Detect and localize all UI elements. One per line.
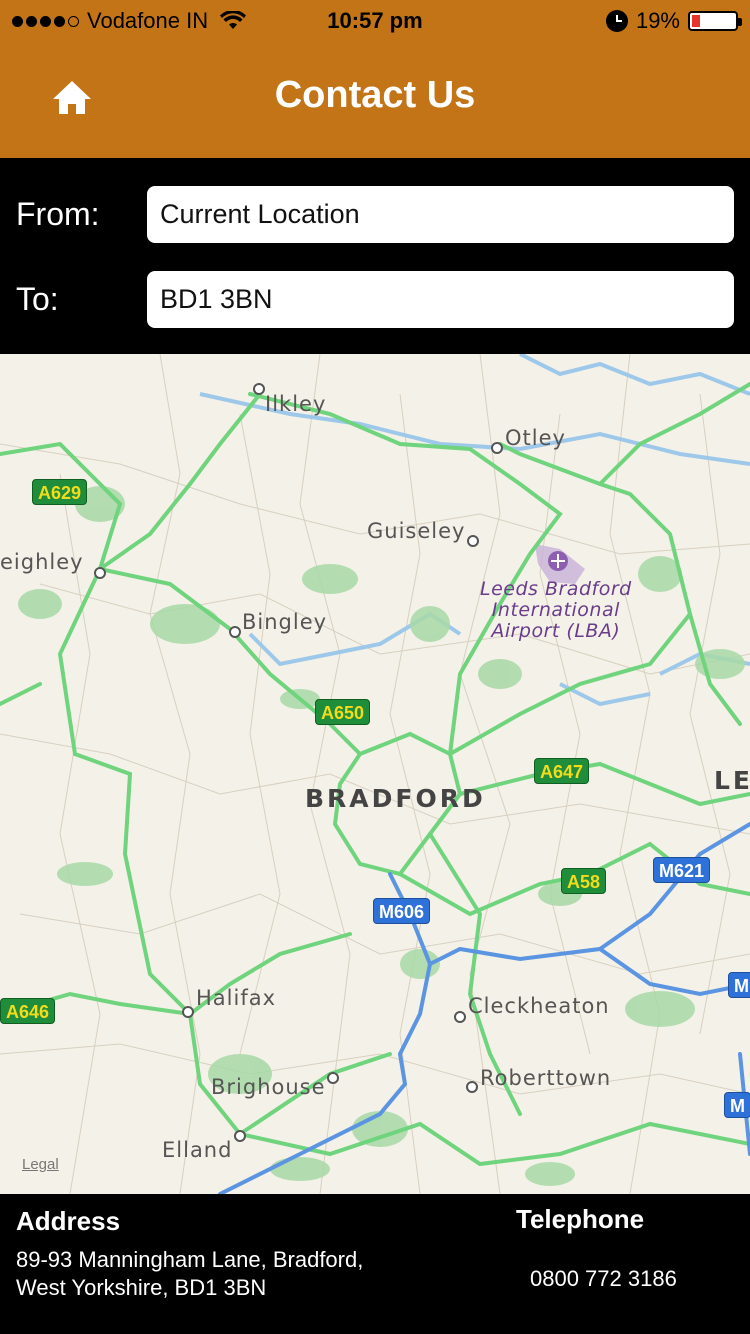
alarm-icon [605,10,628,32]
place-label: Elland [162,1138,233,1162]
from-input[interactable] [147,186,734,243]
from-row: From: [0,186,750,244]
telephone-title: Telephone [516,1204,645,1234]
address-text: 89-93 Manningham Lane, Bradford, West Yo… [16,1247,364,1300]
place-label: Ilkley [265,392,327,416]
city-label: LE [714,766,750,795]
to-input[interactable] [147,271,734,328]
legal-link[interactable]: Legal [22,1156,59,1173]
place-label: Roberttown [480,1066,612,1090]
road-shield: A58 [561,868,607,894]
battery-group: 19% [605,8,742,34]
road-shield: A629 [32,479,88,505]
place-label: Guiseley [367,519,466,543]
app-header: Contact Us [0,40,750,158]
city-label: BRADFORD [305,784,486,813]
telephone-link[interactable]: 0800 772 3186 [530,1266,677,1292]
road-shield: A646 [0,998,56,1024]
map-canvas [0,354,750,1194]
place-label: Halifax [196,986,277,1010]
status-bar: Vodafone IN 10:57 pm 19% [0,0,750,40]
place-label: Cleckheaton [468,994,610,1018]
map-view[interactable]: Ilkley Otley Guiseley eighley Bingley BR… [0,354,750,1194]
road-shield: A647 [534,758,590,784]
place-label: eighley [0,550,84,574]
road-shield: M606 [373,898,431,924]
road-shield: M [728,972,750,998]
place-label: Bingley [242,610,328,634]
place-label: Brighouse [211,1075,326,1099]
road-shield: M621 [653,857,711,883]
to-row: To: [0,271,750,329]
road-shield: M [724,1092,750,1118]
route-form: From: To: [0,158,750,354]
airport-label: Leeds Bradford International Airport (LB… [480,578,632,642]
battery-percent: 19% [635,8,680,33]
from-label: From: [16,196,100,232]
to-label: To: [16,281,59,317]
contact-footer: Address 89-93 Manningham Lane, Bradford,… [0,1194,750,1334]
battery-icon [688,11,742,31]
address-title: Address [16,1206,121,1236]
battery-level-fill [692,15,700,27]
road-shield: A650 [315,699,371,725]
place-label: Otley [505,426,566,450]
page-title: Contact Us [274,74,476,116]
